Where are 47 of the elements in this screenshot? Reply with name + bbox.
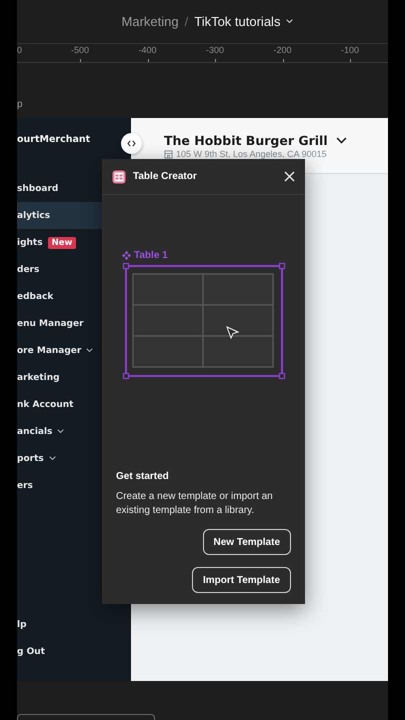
component-icon xyxy=(122,251,131,260)
close-icon[interactable] xyxy=(284,171,295,182)
scrollbar[interactable] xyxy=(17,714,155,720)
section-heading: Get started xyxy=(116,471,170,482)
frame-label[interactable]: p xyxy=(17,99,23,110)
sidebar-item-label: ports xyxy=(17,454,44,464)
sidebar-item[interactable]: ancials xyxy=(17,418,131,445)
sidebar-item-label: lp xyxy=(17,620,27,630)
sidebar-item[interactable]: lp xyxy=(17,611,131,638)
table-icon xyxy=(112,170,126,184)
plugin-title: Table Creator xyxy=(133,171,198,182)
venue-name[interactable]: The Hobbit Burger Grill xyxy=(164,133,328,148)
ruler-label: -400 xyxy=(138,45,156,55)
template-button[interactable]: New Template xyxy=(202,529,291,555)
chevron-icon xyxy=(286,19,294,24)
sidebar-item[interactable]: ports xyxy=(17,445,131,472)
sidebar-item-label: ore Manager xyxy=(17,346,82,356)
sidebar-item-label: enu Manager xyxy=(17,318,84,328)
code-icon xyxy=(127,140,136,147)
sidebar-item-label: ancials xyxy=(17,426,52,436)
sidebar-item-label: shboard xyxy=(17,184,58,194)
ruler-label: -100 xyxy=(341,45,359,55)
ruler-label: -200 xyxy=(274,45,292,55)
sidebar-item-label: edback xyxy=(17,292,54,302)
ruler-label: -500 xyxy=(71,45,89,55)
breadcrumb-current[interactable]: TikTok tutorials xyxy=(194,14,280,29)
template-button[interactable]: Import Template xyxy=(192,567,291,593)
venue-address: 105 W 9th St, Los Angeles, CA 90015 xyxy=(176,149,327,159)
breadcrumb-separator: / xyxy=(184,14,188,29)
sidebar-item[interactable]: ights New xyxy=(17,229,131,256)
new-badge: New xyxy=(48,236,76,248)
sidebar-item[interactable]: g Out xyxy=(17,638,131,665)
store-icon xyxy=(164,150,173,158)
chevron-icon xyxy=(336,137,347,144)
sidebar-item-label: nk Account xyxy=(17,400,74,410)
sidebar-item-label: alytics xyxy=(17,210,50,220)
sidebar-item-label: arketing xyxy=(17,372,60,382)
sidebar-item-label: g Out xyxy=(17,646,45,656)
sidebar-item-label: ights xyxy=(17,238,43,248)
breadcrumb-parent[interactable]: Marketing xyxy=(122,14,179,29)
description: Create a new template or import an existing template from a library. xyxy=(116,490,274,518)
sidebar-item[interactable]: ore Manager xyxy=(17,337,131,364)
brand-name: ourtMerchant xyxy=(17,133,92,147)
ruler-label: 0 xyxy=(17,45,22,55)
pointer-icon xyxy=(226,326,239,339)
ruler-label: -300 xyxy=(206,45,224,55)
sidebar-item-label: ders xyxy=(17,264,40,274)
